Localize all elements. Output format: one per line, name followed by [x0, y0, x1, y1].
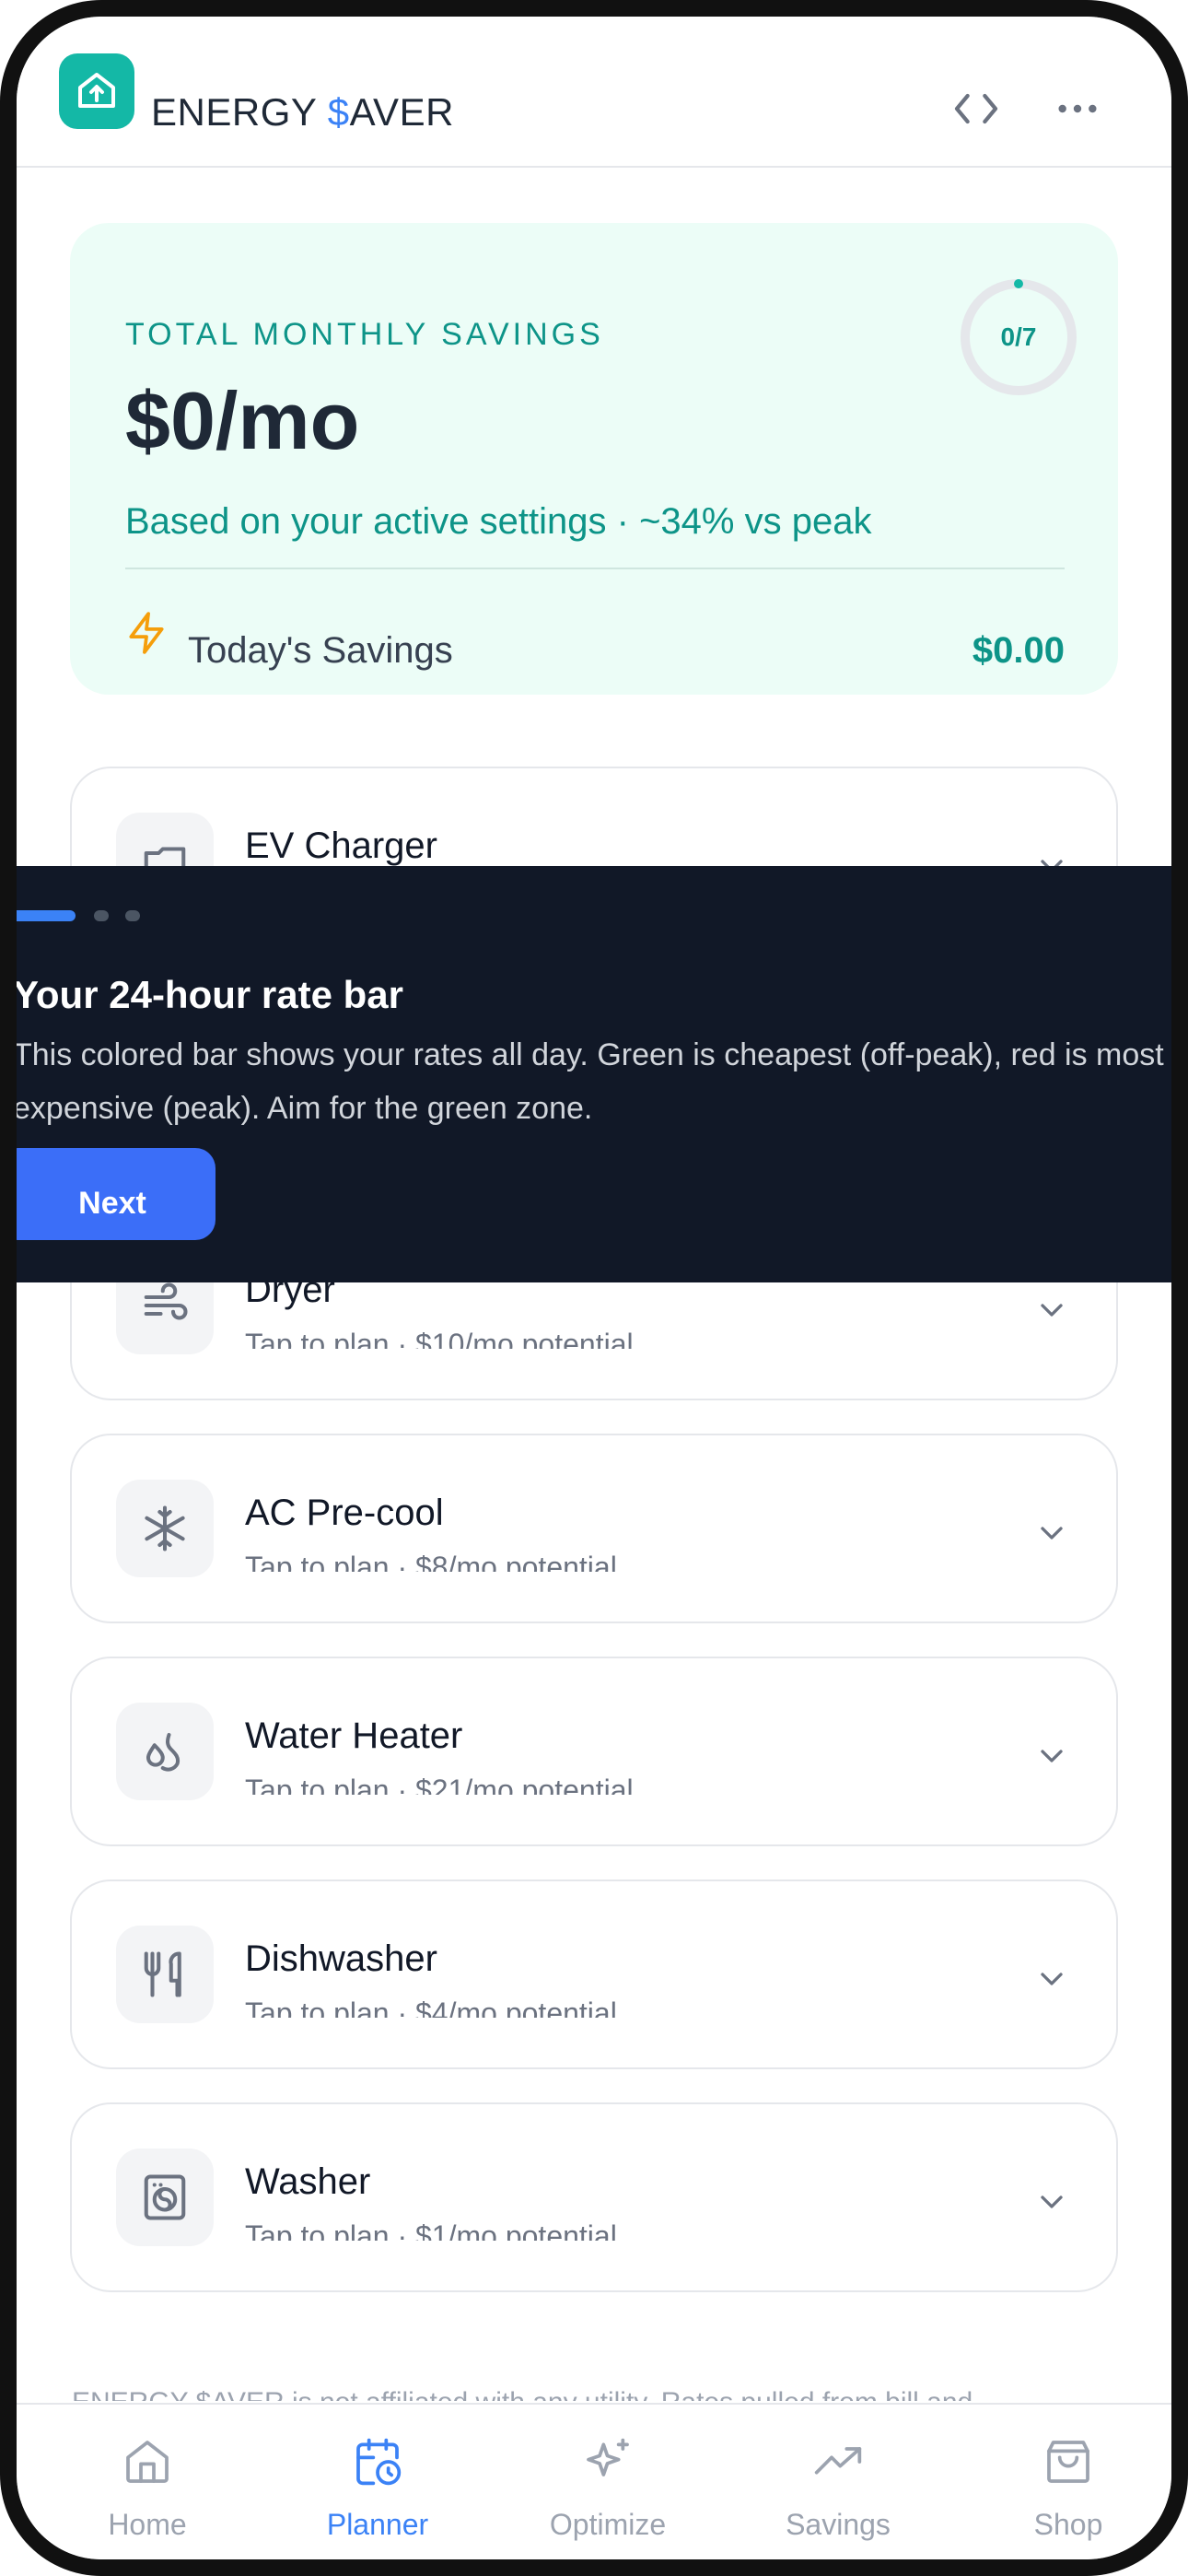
home-icon	[126, 2441, 169, 2483]
appliance-name: AC Pre-cool	[245, 1493, 444, 1533]
appliance-subtitle: Tap to plan · $4/mo potential	[245, 1996, 617, 2018]
home-upload-icon	[78, 73, 115, 108]
appliance-icon-box	[116, 1926, 214, 2023]
nav-label: Shop	[1033, 2508, 1103, 2541]
savings-summary-card: TOTAL MONTHLY SAVINGS $0/mo Based on you…	[70, 223, 1118, 695]
tour-step-dot-active	[17, 910, 76, 921]
chevron-down-icon[interactable]	[1033, 2184, 1070, 2220]
utensils-icon	[144, 1951, 181, 1997]
chevron-down-icon[interactable]	[1033, 1961, 1070, 1997]
shopping-bag-icon	[1047, 2441, 1089, 2483]
nav-item-home[interactable]: Home	[55, 2405, 239, 2559]
appliance-card-dishwasher[interactable]: Dishwasher Tap to plan · $4/mo potential	[70, 1879, 1118, 2069]
tour-step-dot	[125, 910, 140, 921]
tour-body: This colored bar shows your rates all da…	[17, 1037, 1164, 1126]
appliance-icon-box	[116, 2149, 214, 2246]
appliance-card-washer[interactable]: Washer Tap to plan · $1/mo potential	[70, 2102, 1118, 2292]
tour-next-button[interactable]: Next	[17, 1148, 215, 1240]
more-menu-button[interactable]	[1044, 76, 1111, 142]
nav-label: Optimize	[549, 2508, 667, 2541]
appliance-card-water-heater[interactable]: Water Heater Tap to plan · $21/mo potent…	[70, 1657, 1118, 1846]
phone-frame: ENERGY $AVER TOTAL MONTHLY SAVINGS $0/mo…	[0, 0, 1188, 2576]
appliance-card-ac-precool[interactable]: AC Pre-cool Tap to plan · $8/mo potentia…	[70, 1434, 1118, 1623]
appliance-name: Washer	[245, 2161, 371, 2202]
todays-savings-label: Today's Savings	[188, 630, 453, 671]
chevron-down-icon[interactable]	[1033, 1515, 1070, 1551]
app-header: ENERGY $AVER	[17, 17, 1171, 168]
chevron-down-icon[interactable]	[1033, 1738, 1070, 1774]
lightning-icon	[129, 612, 164, 654]
appliance-subtitle: Tap to plan · $21/mo potential	[245, 1774, 634, 1795]
tour-title: Your 24-hour rate bar	[17, 973, 403, 1016]
nav-label: Planner	[326, 2508, 429, 2541]
appliance-subtitle: Tap to plan · $1/mo potential	[245, 2219, 617, 2241]
appliance-name: Dishwasher	[245, 1938, 437, 1979]
nav-label: Home	[108, 2508, 187, 2541]
app-logo	[59, 53, 134, 129]
savings-basis-text: Based on your active settings · ~34% vs …	[125, 501, 872, 542]
washing-machine-icon	[144, 2174, 186, 2220]
divider	[125, 568, 1065, 569]
appliance-subtitle: Tap to plan · $10/mo potential	[245, 1328, 634, 1349]
app-title-suffix: AVER	[349, 90, 454, 134]
wind-icon	[144, 1282, 188, 1320]
calendar-clock-icon	[356, 2438, 402, 2486]
more-horizontal-icon	[1058, 104, 1097, 113]
disclaimer-text: ENERGY $AVER is not affiliated with any …	[72, 2384, 1122, 2401]
snowflake-icon	[145, 1505, 185, 1551]
app-title: ENERGY $AVER	[151, 90, 454, 135]
app-title-prefix: ENERGY	[151, 90, 328, 134]
monthly-savings-amount: $0/mo	[125, 375, 360, 466]
appliance-icon-box	[116, 1703, 214, 1800]
app-title-dollar: $	[327, 90, 350, 134]
nav-item-planner[interactable]: Planner	[285, 2405, 470, 2559]
savings-label: TOTAL MONTHLY SAVINGS	[125, 317, 604, 352]
nav-label: Savings	[786, 2508, 891, 2541]
code-view-button[interactable]	[943, 76, 1009, 142]
bottom-nav: Home Planner Optimize Savings Shop	[17, 2403, 1171, 2559]
onboarding-tour-panel: Your 24-hour rate bar This colored bar s…	[17, 866, 1171, 1282]
nav-item-optimize[interactable]: Optimize	[516, 2405, 700, 2559]
droplets-icon	[146, 1732, 181, 1772]
app-screen: ENERGY $AVER TOTAL MONTHLY SAVINGS $0/mo…	[17, 17, 1171, 2559]
nav-item-shop[interactable]: Shop	[976, 2405, 1160, 2559]
tour-step-dot	[94, 910, 109, 921]
appliance-name: Water Heater	[245, 1715, 463, 1756]
chevron-down-icon[interactable]	[1033, 1292, 1070, 1329]
code-icon	[954, 93, 998, 124]
appliance-subtitle: Tap to plan · $8/mo potential	[245, 1551, 617, 1572]
trending-up-icon	[814, 2447, 862, 2475]
sparkles-icon	[587, 2438, 629, 2476]
appliance-icon-box	[116, 1480, 214, 1577]
nav-item-savings[interactable]: Savings	[746, 2405, 930, 2559]
plan-progress-text: 0/7	[1000, 322, 1037, 351]
todays-savings-value: $0.00	[972, 630, 1065, 671]
appliance-name: EV Charger	[245, 825, 437, 866]
